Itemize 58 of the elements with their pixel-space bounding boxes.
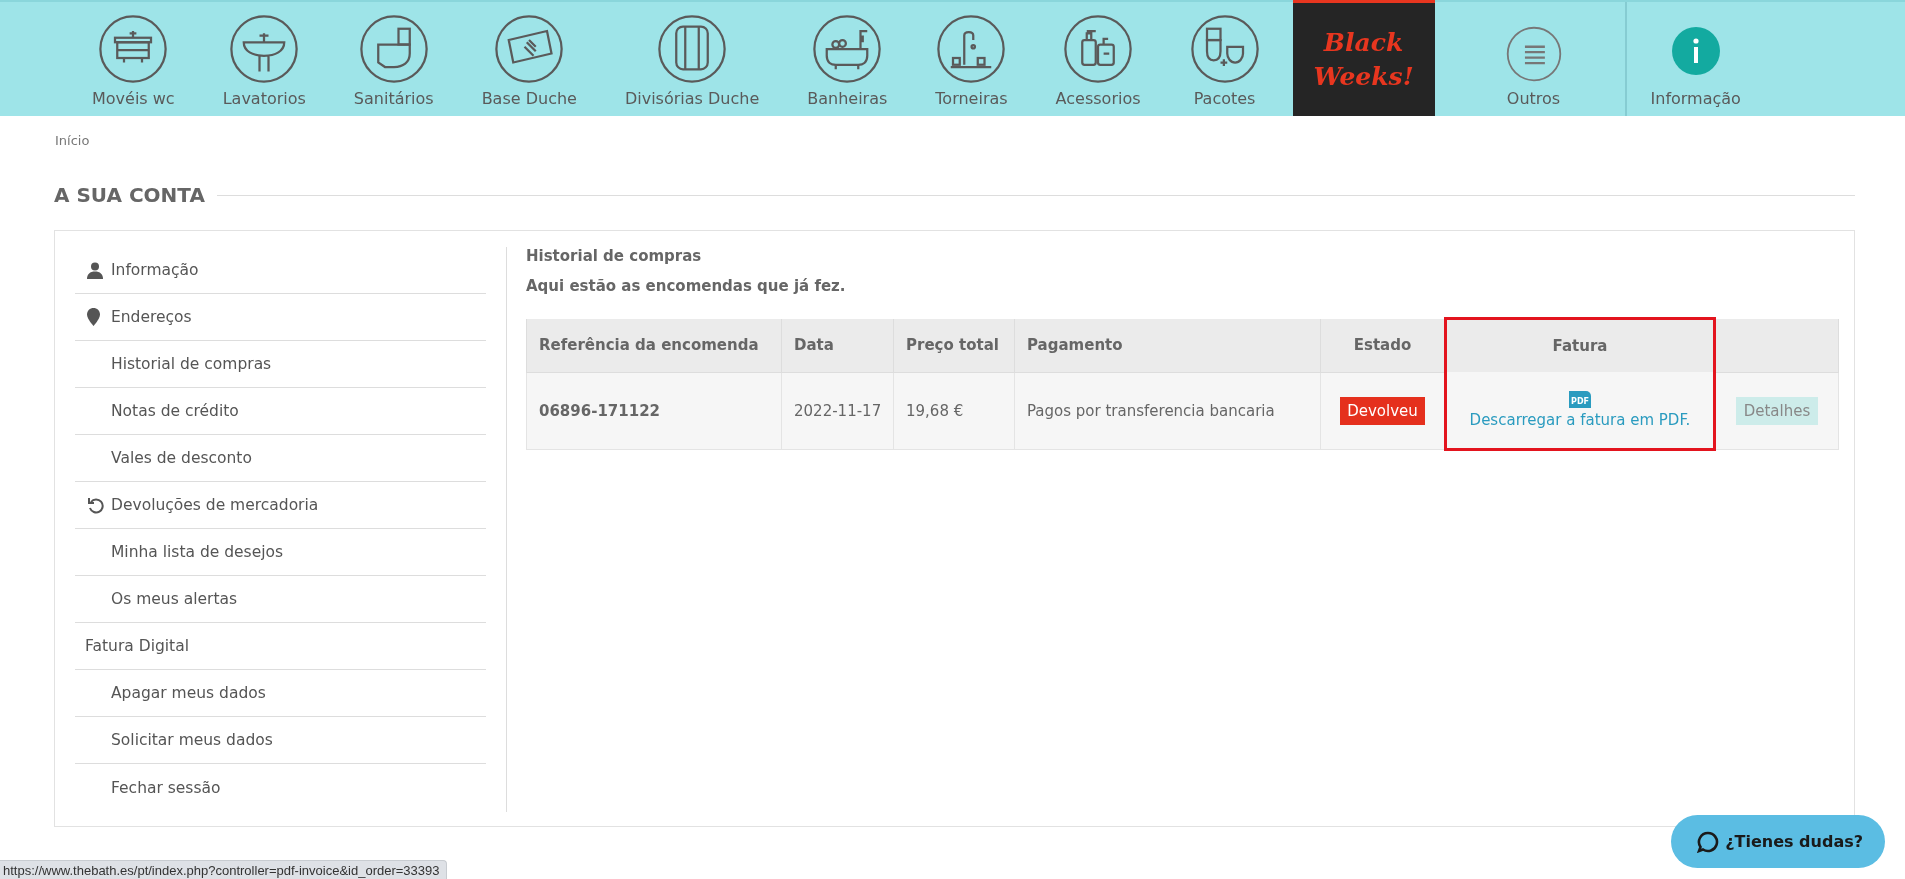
location-pin-icon [87, 308, 100, 326]
sidebar-link[interactable]: Informação [75, 247, 486, 294]
nav-item[interactable]: Movéis wc [68, 2, 199, 116]
faucet-icon [935, 13, 1008, 85]
sidebar-link[interactable]: Fechar sessão [75, 764, 486, 811]
sidebar-link[interactable]: Devoluções de mercadoria [75, 482, 486, 529]
sidebar-link[interactable]: Vales de desconto [75, 435, 486, 482]
person-icon [87, 261, 103, 279]
sidebar-link[interactable]: Minha lista de desejos [75, 529, 486, 576]
nav-item[interactable]: Base Duche [457, 2, 601, 116]
sink-icon [228, 13, 301, 85]
nav-item[interactable]: Lavatorios [198, 2, 330, 116]
sidebar-link[interactable]: Notas de crédito [75, 388, 486, 435]
shower-enclosure-icon [656, 13, 729, 85]
status-url: https://www.thebath.es/pt/index.php?controller=pdf-invoice&id_order=33393 [3, 863, 440, 878]
sidebar-link[interactable]: Solicitar meus dados [75, 717, 486, 764]
nav-item[interactable]: Sanitários [329, 2, 458, 116]
column-header: Estado [1320, 318, 1446, 372]
nav-item[interactable]: Torneiras [911, 2, 1032, 116]
status-badge: Devolveu [1340, 396, 1425, 425]
sidebar-link[interactable]: Historial de compras [75, 341, 486, 388]
nav-item[interactable]: Acessorios [1031, 2, 1165, 116]
column-header: Preço total [893, 318, 1015, 372]
breadcrumb-link[interactable]: Início [55, 133, 90, 148]
toilet-bidet-icon [1188, 13, 1261, 85]
shower-tray-icon [493, 13, 566, 85]
pdf-file-icon[interactable]: PDF [1569, 391, 1591, 408]
page-title: A SUA CONTA [54, 183, 205, 207]
chat-button[interactable]: ¿Tienes dudas? [1671, 815, 1885, 868]
nav-item[interactable]: Outros [1478, 2, 1589, 116]
column-header: Referência da encomenda [526, 318, 782, 372]
sidebar-link[interactable]: Os meus alertas [75, 576, 486, 623]
table-cell: 19,68 € [906, 401, 964, 420]
toilet-icon [357, 13, 430, 85]
undo-icon [87, 496, 104, 514]
nav-item[interactable]: Banheiras [783, 2, 912, 116]
download-link[interactable]: Descarregar a fatura em PDF. [1469, 411, 1691, 429]
info-icon [1671, 27, 1720, 75]
nav-item[interactable]: Pacotes [1164, 2, 1285, 116]
vanity-icon [97, 13, 170, 85]
menu-icon [1504, 25, 1563, 83]
sidebar-link[interactable]: Fatura Digital [75, 623, 486, 670]
details-button[interactable]: Detalhes [1735, 396, 1819, 425]
sidebar-link[interactable]: Endereços [75, 294, 486, 341]
bathtub-icon [811, 13, 884, 85]
nav-item[interactable]: Divisórias Duche [600, 2, 784, 116]
table-cell: 2022-11-17 [794, 401, 882, 420]
table-cell: 06896-171122 [539, 401, 661, 420]
section-title: Historial de compras [526, 247, 703, 265]
table-cell: Pagos por transferencia bancaria [1027, 401, 1275, 420]
bottles-icon [1062, 13, 1135, 85]
sidebar-link[interactable]: Apagar meus dados [75, 670, 486, 717]
section-subtitle: Aqui estão as encomendas que já fez. [526, 277, 847, 295]
column-header: Fatura [1445, 318, 1715, 372]
column-header: Pagamento [1014, 318, 1321, 372]
promo-banner[interactable]: Black Weeks! [1292, 0, 1435, 116]
column-header: Data [781, 318, 894, 372]
speech-bubble-icon [1697, 830, 1720, 853]
